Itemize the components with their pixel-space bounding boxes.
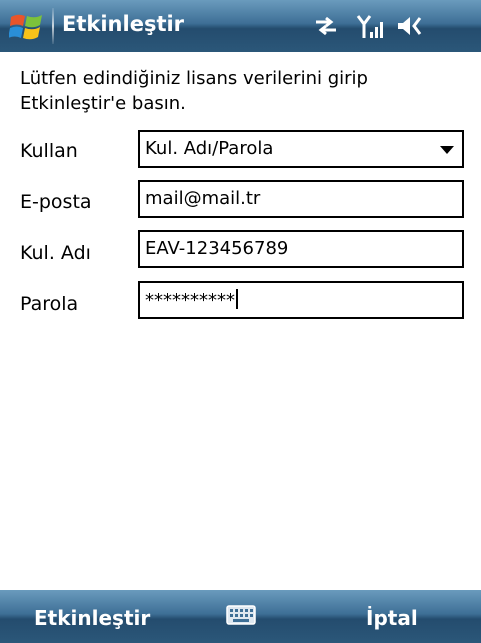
window-title: Etkinleştir (62, 12, 185, 36)
field-label-username: Kul. Adı (20, 242, 91, 264)
connectivity-icon[interactable] (312, 14, 340, 38)
chevron-down-icon[interactable] (440, 146, 454, 154)
windows-start-icon[interactable] (9, 11, 45, 43)
password-field[interactable]: ********** (138, 281, 464, 319)
email-field[interactable]: mail@mail.tr (138, 180, 464, 218)
signal-icon[interactable] (356, 14, 384, 40)
username-field-value: EAV-123456789 (145, 238, 289, 259)
activate-button[interactable]: Etkinleştir (34, 606, 150, 630)
title-bar: Etkinleştir (0, 0, 481, 52)
text-caret (236, 289, 238, 309)
softkey-bar: Etkinleştir İptal (0, 590, 481, 643)
instruction-text: Lütfen edindiğiniz lisans verilerini gir… (20, 68, 368, 114)
title-separator (52, 8, 54, 44)
username-field[interactable]: EAV-123456789 (138, 230, 464, 268)
cancel-button[interactable]: İptal (366, 606, 418, 630)
dropdown-selected-value: Kul. Adı/Parola (145, 138, 274, 159)
kullan-dropdown[interactable]: Kul. Adı/Parola (138, 130, 464, 168)
field-label-eposta: E-posta (20, 191, 92, 213)
keyboard-icon[interactable] (226, 605, 256, 625)
volume-icon[interactable] (396, 14, 428, 38)
email-field-value: mail@mail.tr (145, 188, 261, 209)
field-label-kullan: Kullan (20, 140, 78, 162)
password-field-value: ********** (145, 290, 235, 311)
field-label-password: Parola (20, 293, 79, 315)
